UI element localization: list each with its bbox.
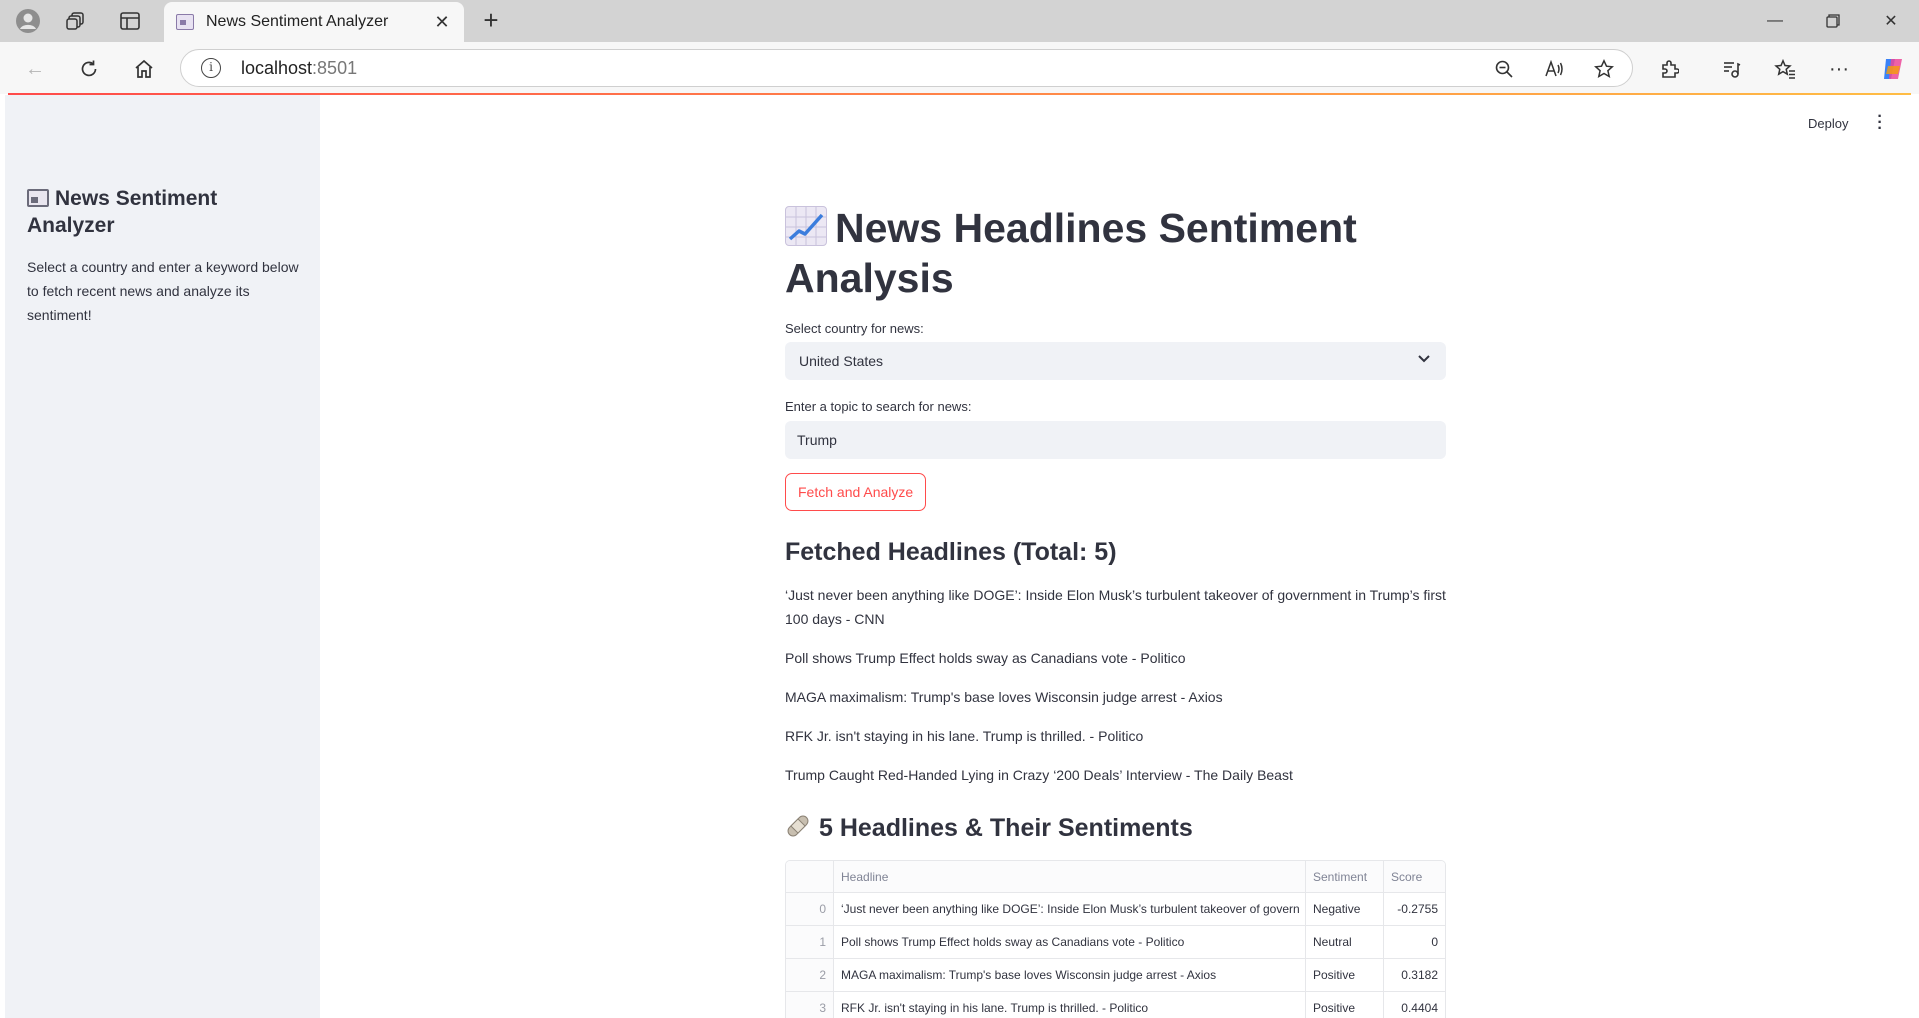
chart-increasing-icon [785, 206, 827, 246]
restore-icon[interactable] [1804, 0, 1862, 42]
zoom-out-icon[interactable] [1491, 56, 1517, 82]
sidebar-description: Select a country and enter a keyword bel… [27, 259, 299, 323]
address-bar[interactable]: i localhost:8501 [180, 49, 1633, 87]
table-row[interactable]: 2 MAGA maximalism: Trump's base loves Wi… [786, 959, 1445, 992]
country-select-label: Select country for news: [785, 321, 924, 336]
sentiment-cell[interactable]: Positive [1306, 992, 1384, 1018]
score-cell[interactable]: -0.2755 [1384, 893, 1445, 925]
tab-title: News Sentiment Analyzer [206, 13, 389, 30]
column-header-score[interactable]: Score [1384, 861, 1445, 892]
profile-icon[interactable] [12, 6, 44, 36]
chevron-down-icon [1418, 352, 1430, 366]
deploy-button[interactable]: Deploy [1808, 116, 1848, 131]
country-select[interactable]: United States [785, 342, 1446, 380]
column-header-headline[interactable]: Headline [834, 861, 1306, 892]
new-tab-button[interactable]: + [476, 6, 506, 36]
score-cell[interactable]: 0.3182 [1384, 959, 1445, 991]
headline-item: MAGA maximalism: Trump's base loves Wisc… [785, 689, 1223, 705]
headline-cell[interactable]: ‘Just never been anything like DOGE’: In… [834, 893, 1306, 925]
browser-tab-active[interactable]: News Sentiment Analyzer ✕ [164, 2, 464, 42]
score-cell[interactable]: 0 [1384, 926, 1445, 958]
sidebar-title-text: News Sentiment Analyzer [27, 187, 218, 237]
headline-item: ‘Just never been anything like DOGE’: In… [785, 587, 1446, 627]
headline-item: RFK Jr. isn't staying in his lane. Trump… [785, 728, 1144, 744]
browser-tab-bar: News Sentiment Analyzer ✕ + — ✕ [0, 0, 1919, 42]
more-options-icon[interactable]: ··· [1822, 52, 1856, 86]
newspaper-favicon-icon [176, 14, 194, 30]
close-tab-icon[interactable]: ✕ [430, 12, 454, 33]
workspaces-icon[interactable] [60, 6, 92, 36]
sentiment-table[interactable]: Headline Sentiment Score 0 ‘Just never b… [785, 860, 1446, 1018]
url-host: localhost [241, 57, 313, 78]
row-index: 0 [786, 893, 834, 925]
headline-cell[interactable]: Poll shows Trump Effect holds sway as Ca… [834, 926, 1306, 958]
table-row[interactable]: 0 ‘Just never been anything like DOGE’: … [786, 893, 1445, 926]
table-header-row: Headline Sentiment Score [786, 861, 1445, 893]
column-header-index[interactable] [786, 861, 834, 892]
sidebar: News Sentiment Analyzer Select a country… [5, 95, 320, 1018]
row-index: 3 [786, 992, 834, 1018]
country-select-value: United States [799, 353, 884, 369]
headline-cell[interactable]: RFK Jr. isn't staying in his lane. Trump… [834, 992, 1306, 1018]
home-icon[interactable] [127, 52, 161, 86]
topic-input[interactable]: Trump [785, 421, 1446, 459]
page-title-text: News Headlines Sentiment Analysis [785, 205, 1357, 301]
page-title: News Headlines Sentiment Analysis [785, 203, 1446, 303]
headline-item: Poll shows Trump Effect holds sway as Ca… [785, 650, 1186, 666]
favorite-star-icon[interactable] [1591, 56, 1617, 82]
favorites-icon[interactable] [1768, 52, 1802, 86]
close-window-icon[interactable]: ✕ [1862, 0, 1919, 42]
sentiment-cell[interactable]: Neutral [1306, 926, 1384, 958]
headline-item: Trump Caught Red-Handed Lying in Crazy ‘… [785, 767, 1293, 783]
main-menu-icon[interactable]: · · · [1874, 109, 1886, 137]
sidebar-title: News Sentiment Analyzer [27, 185, 307, 239]
browser-toolbar: ← i localhost:8501 ··· [0, 42, 1919, 94]
row-index: 1 [786, 926, 834, 958]
sentiments-heading: 5 Headlines & Their Sentiments [785, 813, 1193, 843]
bandage-icon [785, 813, 811, 839]
site-info-icon[interactable]: i [201, 58, 221, 78]
fetch-and-analyze-button[interactable]: Fetch and Analyze [785, 473, 927, 511]
refresh-icon[interactable] [72, 52, 106, 86]
topic-input-label: Enter a topic to search for news: [785, 399, 972, 414]
media-control-icon[interactable] [1714, 52, 1748, 86]
url-port: :8501 [312, 57, 358, 78]
row-index: 2 [786, 959, 834, 991]
tab-actions-icon[interactable] [114, 6, 146, 36]
table-row[interactable]: 3 RFK Jr. isn't staying in his lane. Tru… [786, 992, 1445, 1018]
sentiments-heading-text: 5 Headlines & Their Sentiments [819, 814, 1193, 842]
back-icon[interactable]: ← [18, 52, 52, 86]
newspaper-icon [27, 189, 49, 207]
extensions-icon[interactable] [1652, 52, 1686, 86]
copilot-icon[interactable] [1876, 52, 1910, 86]
read-aloud-icon[interactable] [1541, 56, 1567, 82]
fetched-headlines-heading: Fetched Headlines (Total: 5) [785, 538, 1117, 566]
column-header-sentiment[interactable]: Sentiment [1306, 861, 1384, 892]
sentiment-cell[interactable]: Negative [1306, 893, 1384, 925]
headline-cell[interactable]: MAGA maximalism: Trump's base loves Wisc… [834, 959, 1306, 991]
minimize-icon[interactable]: — [1746, 0, 1804, 42]
sentiment-cell[interactable]: Positive [1306, 959, 1384, 991]
table-row[interactable]: 1 Poll shows Trump Effect holds sway as … [786, 926, 1445, 959]
score-cell[interactable]: 0.4404 [1384, 992, 1445, 1018]
